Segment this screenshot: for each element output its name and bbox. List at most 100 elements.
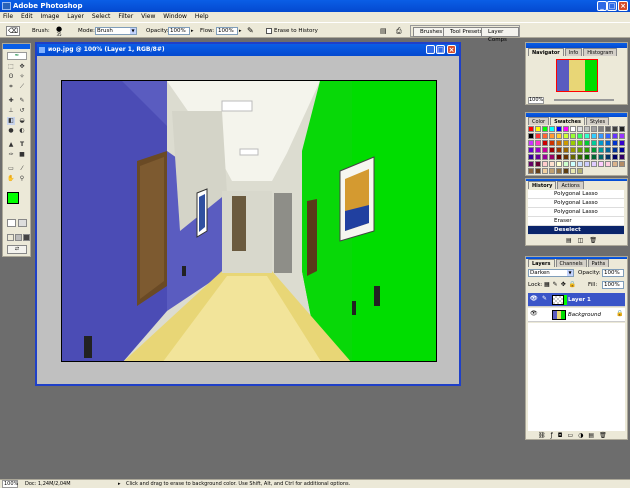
swatch[interactable]: [549, 154, 555, 160]
swatch[interactable]: [598, 126, 604, 132]
opacity-input[interactable]: 100%: [168, 27, 190, 35]
swatch[interactable]: [563, 161, 569, 167]
history-item[interactable]: Eraser: [528, 217, 624, 226]
swatch[interactable]: [549, 133, 555, 139]
swatch[interactable]: [577, 140, 583, 146]
imageready-icon[interactable]: ⇄: [7, 245, 27, 254]
swatch[interactable]: [598, 161, 604, 167]
foreground-color-swatch[interactable]: [7, 192, 19, 204]
swatch[interactable]: [528, 154, 534, 160]
airbrush-icon[interactable]: ✎: [247, 26, 254, 35]
swatch[interactable]: [528, 161, 534, 167]
lock-pixels-icon[interactable]: ✎: [553, 281, 561, 288]
swatch[interactable]: [542, 168, 548, 174]
swatch[interactable]: [563, 154, 569, 160]
swatch[interactable]: [577, 147, 583, 153]
swatch[interactable]: [619, 133, 625, 139]
doc-minimize-button[interactable]: _: [426, 45, 435, 54]
swatch[interactable]: [556, 161, 562, 167]
swatch[interactable]: [605, 154, 611, 160]
swatch[interactable]: [619, 147, 625, 153]
lock-transparency-icon[interactable]: ▦: [544, 281, 553, 288]
clone-stamp-tool-icon[interactable]: ⊥: [7, 107, 15, 115]
swatch[interactable]: [584, 154, 590, 160]
menu-image[interactable]: Image: [38, 12, 63, 21]
swatch[interactable]: [619, 140, 625, 146]
swatch[interactable]: [584, 133, 590, 139]
lock-all-icon[interactable]: 🔒: [569, 281, 579, 288]
swatch[interactable]: [528, 147, 534, 153]
swatch[interactable]: [591, 126, 597, 132]
swatch[interactable]: [535, 126, 541, 132]
new-snapshot-icon[interactable]: ◫: [578, 237, 590, 244]
erase-history-checkbox[interactable]: [266, 28, 272, 34]
swatch[interactable]: [556, 126, 562, 132]
tab-styles[interactable]: Styles: [585, 117, 610, 125]
swatch[interactable]: [577, 168, 583, 174]
swatch[interactable]: [591, 147, 597, 153]
swatch[interactable]: [570, 140, 576, 146]
doc-maximize-button[interactable]: □: [436, 45, 445, 54]
minimize-button[interactable]: _: [597, 1, 607, 11]
swatch[interactable]: [556, 147, 562, 153]
layer-set-icon[interactable]: ▭: [568, 432, 579, 439]
swatch[interactable]: [612, 140, 618, 146]
slice-tool-icon[interactable]: ⟋: [18, 83, 26, 91]
lasso-tool-icon[interactable]: ʘ: [7, 73, 15, 81]
swatch[interactable]: [535, 147, 541, 153]
eye-icon[interactable]: 👁: [530, 296, 538, 302]
menu-edit[interactable]: Edit: [18, 12, 36, 21]
tab-actions[interactable]: Actions: [557, 181, 584, 189]
zoom-tool-icon[interactable]: ⚲: [18, 175, 26, 183]
dodge-tool-icon[interactable]: ◐: [18, 127, 26, 135]
swatch[interactable]: [612, 133, 618, 139]
swatch[interactable]: [549, 140, 555, 146]
path-selection-tool-icon[interactable]: ▲: [7, 141, 15, 149]
eraser-tool-preset-icon[interactable]: ⌫: [6, 26, 20, 36]
swatch[interactable]: [612, 154, 618, 160]
swatch[interactable]: [619, 161, 625, 167]
blend-mode-select[interactable]: Darken ▼: [528, 269, 574, 277]
shape-tool-icon[interactable]: ■: [18, 151, 26, 159]
link-layers-icon[interactable]: ⛓: [538, 432, 551, 439]
type-tool-icon[interactable]: T: [18, 141, 26, 149]
history-item[interactable]: Polygonal Lasso: [528, 208, 624, 217]
menu-view[interactable]: View: [138, 12, 158, 21]
swatch[interactable]: [542, 133, 548, 139]
swatch[interactable]: [605, 140, 611, 146]
swatch[interactable]: [542, 126, 548, 132]
tab-info[interactable]: Info: [564, 48, 583, 56]
layer-style-icon[interactable]: ƒ: [551, 432, 558, 439]
brush-tool-icon[interactable]: ✎: [18, 97, 26, 105]
swatch[interactable]: [570, 126, 576, 132]
navigator-zoom-slider[interactable]: [554, 99, 614, 101]
swatch[interactable]: [577, 161, 583, 167]
swatch[interactable]: [542, 147, 548, 153]
screen-mode-standard-icon[interactable]: [7, 234, 14, 241]
swatch[interactable]: [619, 126, 625, 132]
opacity-arrow-icon[interactable]: ▸: [191, 28, 194, 34]
tab-paths[interactable]: Paths: [587, 259, 610, 267]
swatch[interactable]: [570, 161, 576, 167]
adjustment-layer-icon[interactable]: ◑: [578, 432, 588, 439]
print-icon[interactable]: ⎙: [396, 27, 402, 36]
status-arrow-icon[interactable]: ▸: [118, 480, 121, 488]
flow-arrow-icon[interactable]: ▸: [239, 28, 242, 34]
flow-input[interactable]: 100%: [216, 27, 238, 35]
tab-histogram[interactable]: Histogram: [583, 48, 618, 56]
swatch[interactable]: [556, 133, 562, 139]
swatch[interactable]: [577, 154, 583, 160]
tab-layers[interactable]: Layers: [528, 259, 555, 267]
file-browser-icon[interactable]: ▤: [380, 27, 387, 35]
doc-close-button[interactable]: ×: [447, 45, 456, 54]
swatch[interactable]: [549, 168, 555, 174]
eyedropper-tool-icon[interactable]: ⁄: [18, 165, 26, 173]
swatch[interactable]: [528, 140, 534, 146]
history-brush-tool-icon[interactable]: ↺: [18, 107, 26, 115]
swatch[interactable]: [528, 133, 534, 139]
swatch[interactable]: [542, 161, 548, 167]
mode-select[interactable]: Brush ▼: [95, 27, 137, 35]
crop-tool-icon[interactable]: ⌗: [7, 83, 15, 91]
history-item[interactable]: Polygonal Lasso: [528, 199, 624, 208]
layer-row-background[interactable]: 👁 Background 🔒: [528, 308, 625, 322]
